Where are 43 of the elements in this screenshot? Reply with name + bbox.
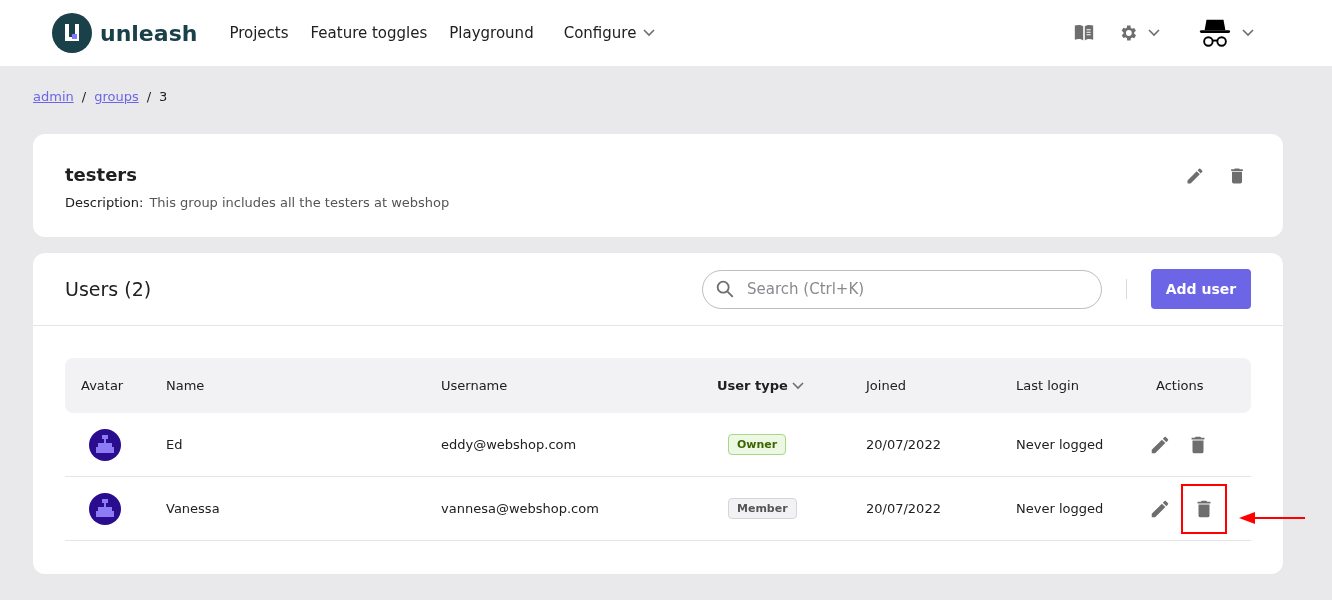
logo-icon — [52, 13, 92, 53]
column-header: Last login — [1016, 378, 1079, 393]
breadcrumb-current: 3 — [159, 88, 168, 104]
column-header: Avatar — [81, 378, 124, 393]
username: eddy@webshop.com — [441, 437, 577, 452]
user-type-badge: Owner — [728, 434, 787, 455]
book-icon[interactable] — [1072, 23, 1096, 43]
column-header[interactable]: User type — [717, 378, 804, 393]
user-name: Vanessa — [166, 501, 220, 516]
breadcrumb-link[interactable]: groups — [94, 88, 139, 104]
chevron-down-icon — [791, 381, 804, 390]
breadcrumb-separator: / — [81, 88, 87, 104]
breadcrumb-link[interactable]: admin — [33, 88, 74, 104]
description-label: Description: — [65, 195, 144, 210]
last-login: Never logged — [1016, 437, 1104, 452]
last-login: Never logged — [1016, 501, 1104, 516]
delete-icon[interactable] — [1183, 485, 1225, 532]
description-text: This group includes all the testers at webshop — [149, 195, 450, 210]
column-header: Username — [441, 378, 508, 393]
add-user-button[interactable]: Add user — [1151, 269, 1251, 309]
chevron-down-icon — [1242, 29, 1254, 37]
users-title: Users (2) — [65, 278, 152, 300]
column-header: Name — [166, 378, 205, 393]
nav-link[interactable]: Feature toggles — [310, 24, 428, 42]
joined-date: 20/07/2022 — [866, 501, 941, 516]
column-header: Joined — [866, 378, 906, 393]
nav-link[interactable]: Configure — [563, 24, 656, 42]
nav-link[interactable]: Projects — [229, 24, 289, 42]
annotation-arrow — [1239, 510, 1305, 525]
logo-text[interactable]: unleash — [100, 20, 198, 46]
user-type-badge: Member — [728, 498, 797, 519]
avatar-icon — [89, 428, 121, 461]
user-name: Ed — [166, 437, 183, 452]
search-field[interactable]: Search (Ctrl+K) — [702, 269, 1102, 309]
joined-date: 20/07/2022 — [866, 437, 941, 452]
avatar-icon — [89, 492, 121, 525]
group-name: testers — [65, 164, 138, 185]
username: vannesa@webshop.com — [441, 501, 599, 516]
column-header: Actions — [1156, 378, 1204, 393]
breadcrumb-separator: / — [146, 88, 152, 104]
chevron-down-icon — [643, 29, 656, 37]
nav-link[interactable]: Playground — [449, 24, 534, 42]
chevron-down-icon — [1148, 29, 1160, 37]
